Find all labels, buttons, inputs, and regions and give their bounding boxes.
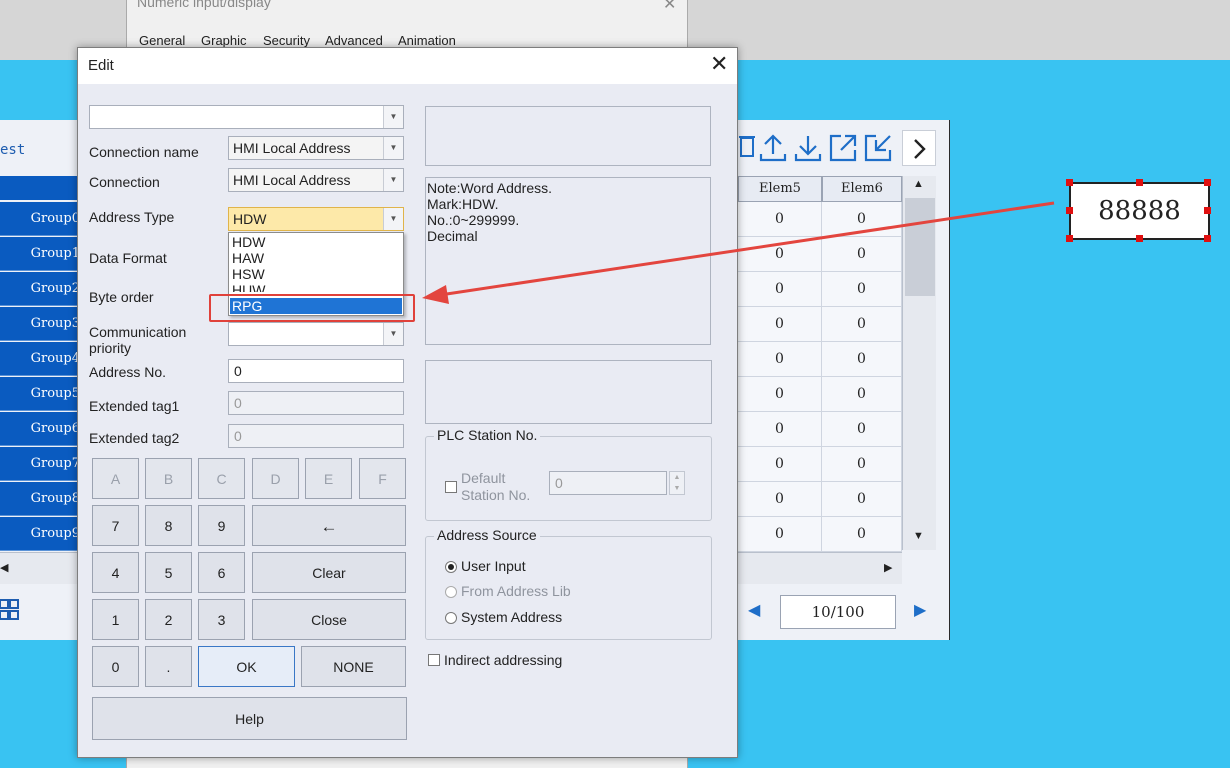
annotation-arrow [422, 201, 1055, 304]
arrow-shaft [439, 201, 1055, 297]
arrow-head [422, 285, 449, 304]
